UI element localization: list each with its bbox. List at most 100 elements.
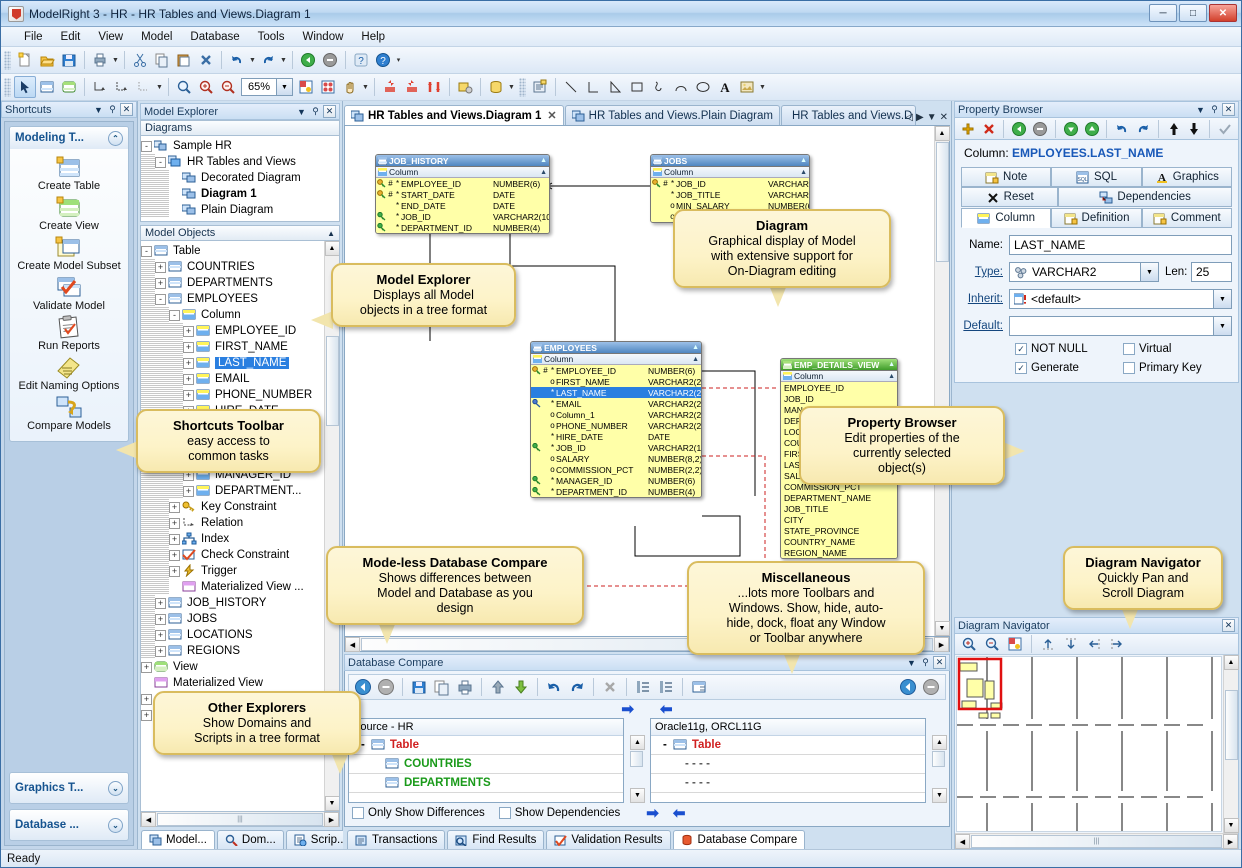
inherit-dropdown-icon[interactable]: ▼ (1214, 289, 1232, 309)
close-icon[interactable]: ✕ (1222, 619, 1235, 632)
scroll-up-icon[interactable]: ▲ (630, 735, 645, 750)
expand-toggle-icon[interactable]: + (183, 390, 194, 401)
scroll-thumb[interactable] (936, 142, 949, 262)
tree-item[interactable]: +Check Constraint (141, 547, 324, 563)
primary-key-checkbox[interactable]: Primary Key (1123, 362, 1231, 374)
triangle-icon[interactable] (604, 76, 626, 98)
er-table-section-header[interactable]: Column▲ (781, 371, 897, 382)
group-header-modeling[interactable]: Modeling T... ⌃ (10, 127, 128, 149)
delete-icon[interactable] (979, 118, 999, 140)
tab-reset[interactable]: Reset (961, 187, 1058, 207)
navigator-thumbnail[interactable] (956, 656, 1222, 832)
pointer-icon[interactable] (14, 76, 36, 98)
help-context-icon[interactable]: ? (350, 49, 372, 71)
redo-icon[interactable] (1133, 118, 1153, 140)
align-right-icon[interactable] (1106, 633, 1128, 655)
menu-database[interactable]: Database (181, 29, 248, 45)
tab-transactions[interactable]: Transactions (347, 830, 445, 849)
fit-icon[interactable] (295, 76, 317, 98)
er-column-row[interactable]: *END_DATEDATE (376, 200, 549, 211)
chevron-down-icon[interactable]: ⌄ (108, 818, 123, 833)
relation-dashed-icon[interactable] (133, 76, 155, 98)
tree-item[interactable]: +DEPARTMENT... (141, 483, 324, 499)
generate-checkbox[interactable]: Generate (1015, 362, 1123, 374)
create-table-icon[interactable] (36, 76, 58, 98)
tab-close-icon[interactable]: ✕ (940, 112, 948, 123)
er-table-section-header[interactable]: Column▲ (531, 354, 701, 365)
chevron-down-icon[interactable]: ▼ (1194, 103, 1207, 116)
objects-tree-hscrollbar[interactable]: ◀ ||| ▶ (140, 812, 340, 827)
tree-item[interactable]: +JOB_HISTORY (141, 595, 324, 611)
tree-item[interactable]: +COUNTRIES (141, 259, 324, 275)
tree-item[interactable]: +LAST_NAME (141, 355, 324, 371)
er-column-row[interactable]: COUNTRY_NAME (781, 536, 897, 547)
tree-item[interactable]: Materialized View (141, 675, 324, 691)
tab-domain-explorer[interactable]: Dom... (217, 830, 284, 849)
shortcut-validate-model[interactable]: Validate Model (12, 274, 126, 313)
tab-decorated-diagram[interactable]: HR Tables and Views.D (781, 105, 916, 125)
er-column-row[interactable]: #*START_DATEDATE (376, 189, 549, 200)
compare-row[interactable]: COUNTRIES (349, 755, 623, 774)
tree-item[interactable]: +FIRST_NAME (141, 339, 324, 355)
tab-plain-diagram[interactable]: HR Tables and Views.Plain Diagram (565, 105, 780, 125)
compare-row[interactable]: DEPARTMENTS (349, 774, 623, 793)
chevron-down-icon[interactable]: ▼ (905, 656, 918, 669)
only-show-differences-checkbox[interactable]: Only Show Differences (352, 807, 485, 819)
scroll-right-icon[interactable]: ▶ (934, 637, 949, 652)
checkbox-box[interactable] (1015, 343, 1027, 355)
copy-icon[interactable] (151, 49, 173, 71)
tab-dependencies[interactable]: Dependencies (1058, 187, 1232, 207)
collapse-icon[interactable]: ▲ (540, 157, 547, 164)
checkbox-box[interactable] (499, 807, 511, 819)
er-column-row[interactable]: STATE_PROVINCE (781, 525, 897, 536)
compare-row[interactable]: -Table (651, 736, 925, 755)
apply-icon[interactable] (1215, 118, 1235, 140)
diagrams-tree[interactable]: -Sample HR-HR Tables and ViewsDecorated … (140, 136, 340, 222)
tree-item[interactable]: +Index (141, 531, 324, 547)
database-icon[interactable] (485, 76, 507, 98)
tab-validation-results[interactable]: Validation Results (546, 830, 670, 849)
er-column-row[interactable]: DEPARTMENT_NAME (781, 492, 897, 503)
er-column-row[interactable]: oColumn_1VARCHAR2(20) (531, 409, 701, 420)
pan-icon[interactable] (339, 76, 361, 98)
tree-item[interactable]: Plain Diagram (141, 202, 339, 218)
tab-list-icon[interactable]: ▼ (927, 112, 937, 123)
er-column-row[interactable]: oPHONE_NUMBERVARCHAR2(20) (531, 420, 701, 431)
tree-item[interactable]: +Key Constraint (141, 499, 324, 515)
toolbar-overflow-icon[interactable]: ▾ (394, 49, 403, 71)
scroll-thumb[interactable]: ||| (971, 835, 1222, 848)
menu-tools[interactable]: Tools (249, 29, 294, 45)
tree-item[interactable]: Diagram 1 (141, 186, 339, 202)
scroll-down-icon[interactable]: ▼ (932, 788, 947, 803)
pan-dropdown-icon[interactable]: ▼ (361, 76, 370, 98)
expand-toggle-icon[interactable]: + (183, 342, 194, 353)
collapse-icon[interactable]: ▲ (692, 356, 699, 363)
copy-right-icon[interactable]: ➡ (646, 804, 659, 822)
er-column-row[interactable]: #*EMPLOYEE_IDNUMBER(6) (531, 365, 701, 376)
layout-icon[interactable] (317, 76, 339, 98)
expand-toggle-icon[interactable]: + (155, 598, 166, 609)
expand-toggle-icon[interactable]: + (169, 502, 180, 513)
er-column-row[interactable]: *DEPARTMENT_IDNUMBER(4) (531, 486, 701, 497)
expand-toggle-icon[interactable]: + (155, 614, 166, 625)
er-column-row[interactable]: JOB_ID (781, 393, 897, 404)
move-up-icon[interactable] (1164, 118, 1184, 140)
close-icon[interactable]: ✕ (933, 656, 946, 669)
add-icon[interactable] (958, 118, 978, 140)
open-icon[interactable] (36, 49, 58, 71)
er-column-row[interactable]: oSALARYNUMBER(8,2) (531, 453, 701, 464)
tree-item[interactable]: -HR Tables and Views (141, 154, 339, 170)
toolbar-grip[interactable] (4, 51, 11, 70)
expand-toggle-icon[interactable]: + (155, 646, 166, 657)
er-column-row[interactable]: REGION_NAME (781, 547, 897, 558)
tab-next-icon[interactable]: ▶ (916, 112, 924, 123)
close-icon[interactable]: ✕ (120, 103, 133, 116)
canvas-vscrollbar[interactable]: ▲ ▼ (934, 126, 949, 636)
er-table-section-header[interactable]: Column▲ (651, 167, 809, 178)
compare-source-pane[interactable]: Source - HR -TableCOUNTRIESDEPARTMENTS (348, 718, 624, 803)
auto-hide-icon[interactable]: ⚲ (1208, 103, 1221, 116)
er-column-row[interactable]: #*EMPLOYEE_IDNUMBER(6) (376, 178, 549, 189)
not-null-checkbox[interactable]: NOT NULL (1015, 343, 1123, 355)
expand-toggle-icon[interactable]: + (169, 566, 180, 577)
expand-toggle-icon[interactable]: + (183, 358, 194, 369)
